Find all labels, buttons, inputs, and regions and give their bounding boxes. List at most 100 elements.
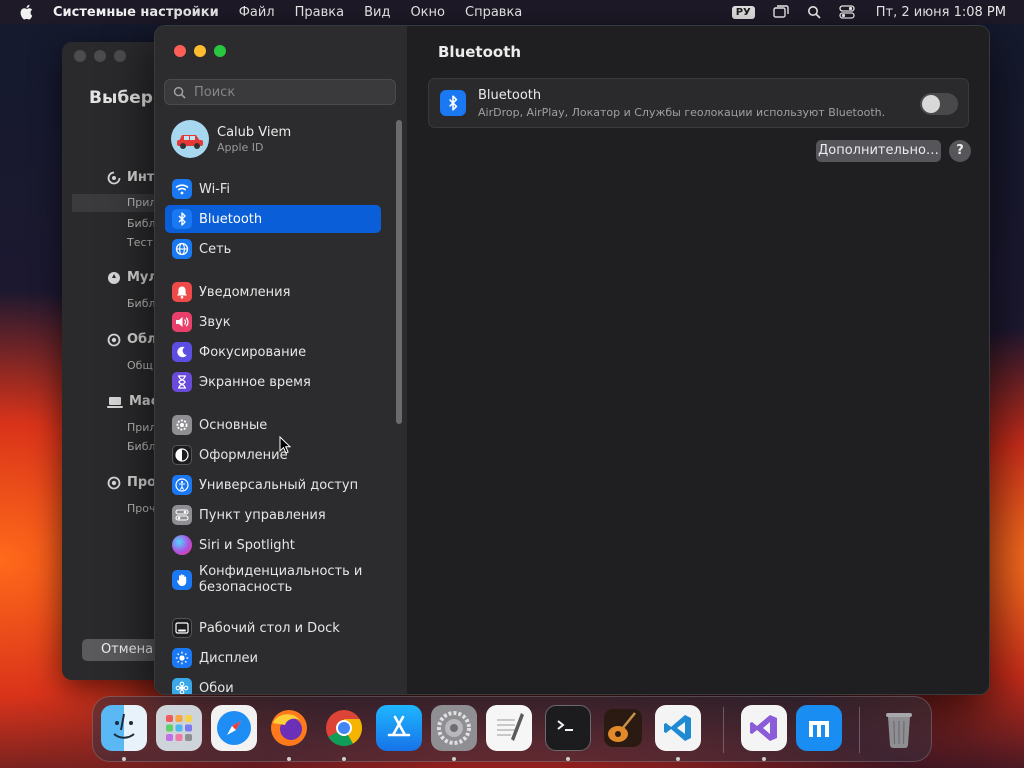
menu-edit[interactable]: Правка [295,5,344,20]
background-window-controls [74,50,126,62]
safari-compass-icon [217,711,251,745]
sidebar-item-privacy-security[interactable]: Конфиденциальность и безопасность [165,562,381,598]
menu-view[interactable]: Вид [364,5,390,20]
dock-app-textedit[interactable] [486,705,532,751]
search-field[interactable] [164,79,396,105]
sidebar-item-network[interactable]: Сеть [165,235,381,263]
mouse-cursor-icon [279,436,291,454]
background-item: Общ [127,359,153,372]
sidebar: Calub Viem Apple ID Wi-Fi Bluetooth Сеть [155,26,408,695]
dock-app-maxthon[interactable] [796,705,842,751]
sidebar-item-label: Звук [199,314,231,330]
dock-app-safari[interactable] [211,705,257,751]
content-pane: Bluetooth Bluetooth AirDrop, AirPlay, Ло… [407,26,989,694]
screen-mirroring-icon[interactable] [773,4,789,20]
control-center-icon [172,505,192,525]
launchpad-icon [166,715,192,741]
sidebar-item-label: Фокусирование [199,344,307,360]
target-icon [107,171,121,184]
zoom-window-button[interactable] [214,45,226,57]
spotlight-search-icon[interactable] [806,4,822,20]
accessibility-icon [172,475,192,495]
background-item: Библ [127,297,156,310]
finder-icon [113,713,135,739]
sidebar-item-label: Конфиденциальность и безопасность [199,564,363,595]
wifi-icon [172,179,192,199]
running-indicator [287,757,291,761]
sidebar-item-bluetooth[interactable]: Bluetooth [165,205,381,233]
sidebar-item-label: Основные [199,417,268,433]
sidebar-item-notifications[interactable]: Уведомления [165,278,381,306]
dock-separator [723,707,724,753]
vscode-icon [664,715,691,741]
account-subtitle: Apple ID [217,140,264,154]
sidebar-item-sound[interactable]: Звук [165,308,381,336]
sidebar-item-wifi[interactable]: Wi-Fi [165,175,381,203]
background-group: Про [107,475,156,490]
dock-app-garageband[interactable] [600,705,646,751]
sidebar-item-accessibility[interactable]: Универсальный доступ [165,471,381,499]
minimize-window-button[interactable] [194,45,206,57]
close-window-button[interactable] [174,45,186,57]
bluetooth-card-title: Bluetooth [478,88,542,103]
dock-app-firefox[interactable] [266,705,312,751]
input-language-indicator[interactable]: РУ [731,5,755,19]
bluetooth-toggle[interactable] [920,93,958,115]
sidebar-item-control-center[interactable]: Пункт управления [165,501,381,529]
dock-app-terminal[interactable] [545,705,591,751]
hourglass-icon [172,372,192,392]
menu-bar: Системные настройки Файл Правка Вид Окно… [0,0,1024,24]
dock-app-trash[interactable] [876,705,922,751]
sidebar-item-general[interactable]: Основные [165,411,381,439]
appearance-icon [172,445,192,465]
search-input[interactable] [192,83,386,101]
background-item: Проч [127,502,156,515]
wallpaper-icon [172,678,192,694]
background-item: Библ [127,440,156,453]
sidebar-item-appearance[interactable]: Оформление [165,441,381,469]
hand-icon [172,570,192,590]
apple-logo-icon[interactable] [19,4,33,20]
menu-file[interactable]: Файл [239,5,275,20]
sidebar-item-label: Bluetooth [199,211,263,227]
dock-app-vscode[interactable] [655,705,701,751]
gear-icon [172,415,192,435]
radio-icon [107,333,121,346]
dock-app-app-store[interactable] [376,705,422,751]
sidebar-scrollbar[interactable] [396,120,402,424]
advanced-button[interactable]: Дополнительно… [816,140,941,162]
sidebar-item-label: Пункт управления [199,507,326,523]
sidebar-item-screen-time[interactable]: Экранное время [165,368,381,396]
bluetooth-icon [172,209,192,229]
running-indicator [762,757,766,761]
dock-app-system-settings[interactable] [431,705,477,751]
dock-app-chrome[interactable] [321,705,367,751]
menu-app-name[interactable]: Системные настройки [53,5,219,20]
apple-id-account[interactable]: Calub Viem Apple ID [171,120,291,158]
sidebar-item-desktop-dock[interactable]: Рабочий стол и Dock [165,614,381,642]
help-button[interactable]: ? [949,140,971,162]
menu-help[interactable]: Справка [465,5,522,20]
app-store-icon [387,715,411,737]
dock-app-launchpad[interactable] [156,705,202,751]
menu-clock[interactable]: Пт, 2 июня 1:08 PM [876,5,1006,20]
guitar-icon [604,709,642,747]
window-controls [174,45,226,57]
background-item: Тест [127,236,153,249]
sidebar-item-focus[interactable]: Фокусирование [165,338,381,366]
dock-app-visual-studio[interactable] [741,705,787,751]
menu-window[interactable]: Окно [410,5,445,20]
bluetooth-settings-card: Bluetooth AirDrop, AirPlay, Локатор и Сл… [428,78,969,128]
background-group: Мул [107,270,158,285]
sidebar-item-label: Сеть [199,241,232,257]
sidebar-item-label: Обои [199,680,234,695]
dock-app-finder[interactable] [101,705,147,751]
sidebar-item-label: Экранное время [199,374,311,390]
sidebar-item-displays[interactable]: Дисплеи [165,644,381,672]
maxthon-icon [809,721,829,737]
control-center-icon[interactable] [839,4,855,20]
moon-icon [172,342,192,362]
sidebar-item-wallpaper[interactable]: Обои [165,674,381,695]
dock [92,696,932,762]
sidebar-item-siri-spotlight[interactable]: Siri и Spotlight [165,531,381,559]
